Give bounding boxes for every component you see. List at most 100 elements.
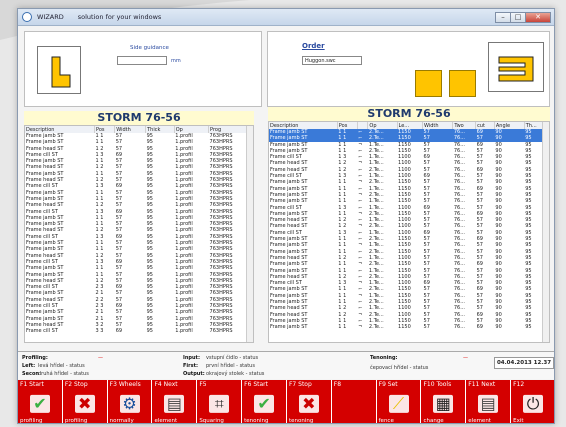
function-keys-bar: F1 Start ✔ profiling F2 Stop ✖ profiling F3 Wh… <box>18 380 554 424</box>
right-column-header[interactable]: Width <box>422 122 454 129</box>
left-label: Left: <box>22 363 36 369</box>
right-column-header[interactable]: Op <box>367 122 398 129</box>
right-column-header[interactable]: Two <box>452 122 477 129</box>
right-table-row[interactable]: Frame jamb ST 1 1 ¬ 2.Te... 1150 57 76... 69 90 9… <box>269 324 549 330</box>
datetime-display: 04.04.2013 12.37 <box>494 357 554 369</box>
fkey-label: Exit <box>513 418 524 424</box>
fkey-label: profiling <box>64 418 88 424</box>
fkey-label: element <box>154 418 178 424</box>
side-guidance-label: Side guidance <box>130 45 169 51</box>
output-value: okrajový stolek - status <box>206 371 265 377</box>
tools-icon: ▦ <box>433 394 454 413</box>
mm-unit: mm <box>171 58 181 64</box>
frame-shape-icon <box>498 56 534 82</box>
fkey-label: Squaring <box>199 418 224 424</box>
right-sheet-title: STORM 76-56 <box>268 107 550 121</box>
secon-value: druhá hřídel - status <box>38 371 89 377</box>
fkey-title: F5 <box>199 381 207 388</box>
fence-icon: ⟋ <box>388 394 409 413</box>
left-column-header[interactable]: Pos <box>94 126 116 133</box>
fkey-button-10[interactable]: F10 Tools ▦ change <box>421 380 467 423</box>
maximize-button[interactable]: □ <box>510 11 526 23</box>
order-label[interactable]: Order <box>302 42 325 50</box>
fkey-title: F7 Stop <box>288 381 312 388</box>
power-icon: ⏻ <box>523 394 544 413</box>
document-icon: ▤ <box>478 394 499 413</box>
right-table-cell: 1150 <box>398 324 411 331</box>
right-column-header[interactable] <box>357 122 369 129</box>
left-column-header[interactable]: Width <box>114 126 147 133</box>
input-label: Input: <box>183 355 200 361</box>
stop-x-icon: ✖ <box>74 394 95 413</box>
tenoning-status: čepovací hřídel - status <box>370 365 429 371</box>
right-sheet-table: Description Pos Op Le... Width Two cut Angle Th.… <box>268 121 550 343</box>
right-column-header[interactable]: cut <box>475 122 495 129</box>
profiling-value: — <box>98 355 103 361</box>
left-table-cell: 95 <box>146 328 153 335</box>
fkey-button-1[interactable]: F1 Start ✔ profiling <box>18 380 63 424</box>
right-table-cell: 2.Te... <box>368 324 384 331</box>
yellow-button-2[interactable] <box>449 70 476 97</box>
minimize-button[interactable]: – <box>495 11 511 23</box>
left-scrollbar[interactable] <box>246 126 253 342</box>
order-input[interactable]: Huggon.swc <box>302 56 362 65</box>
squaring-icon: ⌗ <box>209 394 230 413</box>
title-bar: WIZARD solution for your windows – □ ✕ <box>18 9 554 26</box>
empty-icon <box>344 394 364 412</box>
app-icon <box>22 12 32 22</box>
fkey-button-2[interactable]: F2 Stop ✖ profiling <box>62 380 108 424</box>
fkey-label: tenoning <box>288 418 314 424</box>
fkey-title: F6 Start <box>244 381 268 388</box>
left-column-header[interactable]: Description <box>25 126 95 133</box>
right-column-header[interactable]: Pos <box>337 122 358 129</box>
fkey-label: profiling <box>20 418 43 424</box>
fkey-label: normally <box>109 418 134 424</box>
fkey-title: F4 Next <box>154 381 178 388</box>
fkey-button-8[interactable]: F8 <box>331 380 377 423</box>
check-icon: ✔ <box>29 394 50 413</box>
fkey-button-11[interactable]: F11 Next ▤ element <box>466 380 512 423</box>
fkey-button-12[interactable]: F12 ⏻ Exit <box>511 380 554 424</box>
output-label: Output: <box>183 371 205 377</box>
fkey-title: F12 <box>513 381 525 388</box>
window-subtitle: solution for your windows <box>77 13 162 21</box>
app-window: WIZARD solution for your windows – □ ✕ S… <box>17 8 555 424</box>
order-panel: Order Huggon.swc <box>267 31 550 107</box>
profile-shape-box[interactable] <box>37 46 81 94</box>
fkey-button-7[interactable]: F7 Stop ✖ tenoning <box>286 380 332 424</box>
right-table-cell: 1 1 <box>338 324 347 331</box>
check-icon: ✔ <box>254 394 275 413</box>
right-table-cell: 69 <box>476 324 483 331</box>
close-button[interactable]: ✕ <box>525 11 551 23</box>
right-table-cell: Frame jamb ST <box>270 324 308 331</box>
fkey-button-3[interactable]: F3 Wheels ⚙ normally <box>107 380 153 424</box>
fkey-button-4[interactable]: F4 Next ▤ element <box>152 380 198 424</box>
side-guidance-input[interactable] <box>117 56 167 65</box>
yellow-button-1[interactable] <box>415 70 442 97</box>
l-shape-icon <box>51 56 71 88</box>
right-column-header[interactable]: Description <box>269 122 338 129</box>
tenoning-value: — <box>463 355 468 361</box>
right-column-header[interactable]: Angle <box>494 122 525 129</box>
left-sheet-title: STORM 76-56 <box>24 111 254 125</box>
left-value: levá hřídel - status <box>38 363 85 369</box>
right-table-cell: ¬ <box>358 324 363 331</box>
right-column-header[interactable]: Le... <box>397 122 424 129</box>
fkey-button-9[interactable]: F9 Set ⟋ fence <box>376 380 422 423</box>
right-scrollbar[interactable] <box>542 122 549 342</box>
input-value: vstupní čidlo - status <box>206 355 259 361</box>
tenoning-label: Tenoning: <box>370 355 398 361</box>
left-table-cell: 3 3 <box>95 328 104 335</box>
left-table-cell: 69 <box>115 328 123 335</box>
fkey-button-5[interactable]: F5 ⌗ Squaring <box>197 380 243 424</box>
left-table-row[interactable]: Frame cill ST 3 3 69 95 1.profil 763HPRS <box>25 328 253 334</box>
frame-shape-box[interactable] <box>488 42 544 92</box>
left-column-header[interactable]: Thick <box>145 126 175 133</box>
left-column-header[interactable]: Op <box>174 126 210 133</box>
right-table-cell: 76... <box>453 324 465 331</box>
fkey-button-6[interactable]: F6 Start ✔ tenoning <box>242 380 287 423</box>
right-table-cell: 57 <box>423 324 430 331</box>
status-bar: Profiling: — Left: levá hřídel - status … <box>18 351 554 379</box>
fkey-title: F9 Set <box>378 381 398 388</box>
left-table-cell: Frame cill ST <box>26 328 58 335</box>
